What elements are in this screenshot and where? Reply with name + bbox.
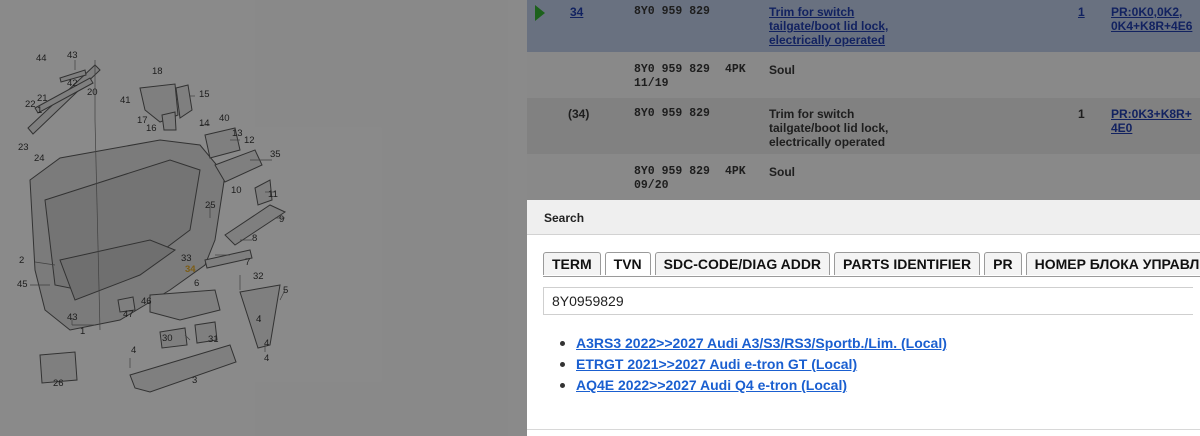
bullet-icon bbox=[560, 341, 565, 346]
dialog-title: Search bbox=[544, 211, 585, 225]
tab-term[interactable]: TERM bbox=[543, 252, 601, 275]
tab-sdc-code-diag-addr[interactable]: SDC-CODE/DIAG ADDR bbox=[654, 252, 831, 275]
result-link-a3rs3[interactable]: A3RS3 2022>>2027 Audi A3/S3/RS3/Sportb./… bbox=[576, 335, 947, 351]
tab-parts-identifier[interactable]: PARTS IDENTIFIER bbox=[834, 252, 981, 275]
list-item: ETRGT 2021>>2027 Audi e-tron GT (Local) bbox=[560, 356, 947, 377]
bullet-icon bbox=[560, 362, 565, 367]
result-link-aq4e[interactable]: AQ4E 2022>>2027 Audi Q4 e-tron (Local) bbox=[576, 377, 847, 393]
dialog-footer-divider bbox=[527, 429, 1200, 430]
tab-control-unit-number[interactable]: НОМЕР БЛОКА УПРАВЛ bbox=[1025, 252, 1200, 275]
dialog-header: Search bbox=[527, 200, 1200, 235]
bullet-icon bbox=[560, 383, 565, 388]
search-results: A3RS3 2022>>2027 Audi A3/S3/RS3/Sportb./… bbox=[560, 335, 947, 398]
tab-pr[interactable]: PR bbox=[984, 252, 1022, 275]
list-item: AQ4E 2022>>2027 Audi Q4 e-tron (Local) bbox=[560, 377, 947, 398]
tabs-divider bbox=[543, 276, 1200, 277]
search-tabs: TERM TVN SDC-CODE/DIAG ADDR PARTS IDENTIFIE… bbox=[543, 252, 1200, 276]
list-item: A3RS3 2022>>2027 Audi A3/S3/RS3/Sportb./… bbox=[560, 335, 947, 356]
tab-tvn[interactable]: TVN bbox=[604, 252, 651, 275]
result-link-etrgt[interactable]: ETRGT 2021>>2027 Audi e-tron GT (Local) bbox=[576, 356, 857, 372]
search-dialog: Search TERM TVN SDC-CODE/DIAG ADDR PARTS ID… bbox=[527, 200, 1200, 436]
search-input[interactable] bbox=[543, 287, 1193, 315]
